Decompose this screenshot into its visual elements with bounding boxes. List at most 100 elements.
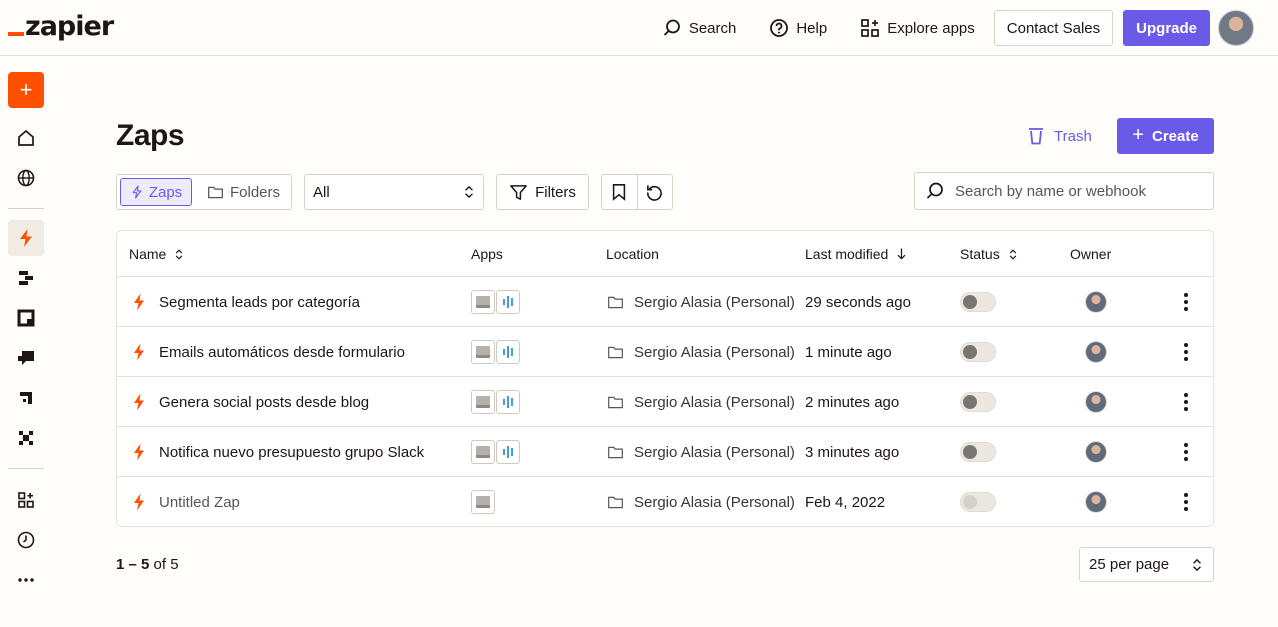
- table-row[interactable]: Genera social posts desde blog Sergio Ala…: [117, 377, 1213, 427]
- per-page-value: 25 per page: [1089, 556, 1170, 573]
- folder-icon: [608, 496, 623, 508]
- zap-name[interactable]: Segmenta leads por categoría: [159, 277, 360, 327]
- bookmark-button[interactable]: [602, 175, 637, 209]
- chatbots-icon[interactable]: [16, 348, 36, 368]
- row-menu-button[interactable]: [1184, 327, 1188, 377]
- per-page-select[interactable]: 25 per page: [1079, 547, 1214, 582]
- tab-zaps[interactable]: Zaps: [120, 178, 192, 206]
- row-menu-button[interactable]: [1184, 477, 1188, 526]
- zap-apps: [471, 277, 520, 327]
- status-toggle[interactable]: [960, 292, 996, 312]
- app-icon: [471, 390, 495, 414]
- home-icon[interactable]: [16, 128, 36, 148]
- status-filter-select[interactable]: All: [304, 174, 484, 210]
- zap-location[interactable]: Sergio Alasia (Personal): [607, 377, 795, 427]
- zap-last-modified: 1 minute ago: [805, 343, 892, 361]
- sort-icon: [176, 248, 183, 260]
- app-grid-icon[interactable]: [16, 490, 36, 510]
- table-row[interactable]: Emails automáticos desde formulario Sergi…: [117, 327, 1213, 377]
- zap-location-label: Sergio Alasia (Personal): [634, 343, 795, 361]
- zap-owner: [1085, 277, 1107, 327]
- tables-icon[interactable]: [16, 268, 36, 288]
- zap-last-modified: 29 seconds ago: [805, 293, 911, 311]
- zapier-logo[interactable]: zapier: [8, 10, 114, 44]
- column-name[interactable]: Name: [129, 246, 184, 262]
- column-apps: Apps: [471, 246, 503, 262]
- trash-button[interactable]: Trash: [1026, 126, 1092, 146]
- tab-folders[interactable]: Folders: [207, 178, 280, 206]
- more-icon[interactable]: [16, 570, 36, 590]
- globe-icon[interactable]: [16, 168, 36, 188]
- zap-name[interactable]: Notifica nuevo presupuesto grupo Slack: [159, 427, 424, 477]
- reset-button[interactable]: [636, 175, 672, 209]
- app-icon: [471, 490, 495, 514]
- sidebar-divider: [8, 208, 44, 209]
- zap-apps: [471, 427, 520, 477]
- zap-apps: [471, 327, 520, 377]
- zap-status: [960, 427, 996, 477]
- table-row[interactable]: Untitled Zap Sergio Alasia (Personal) Feb …: [117, 477, 1213, 526]
- nav-help[interactable]: Help: [769, 18, 827, 38]
- history-icon[interactable]: [16, 530, 36, 550]
- contact-sales-button[interactable]: Contact Sales: [993, 10, 1114, 46]
- zap-name[interactable]: Emails automáticos desde formulario: [159, 327, 405, 377]
- status-toggle[interactable]: [960, 342, 996, 362]
- zap-icon[interactable]: [16, 228, 36, 248]
- nav-search[interactable]: Search: [662, 18, 736, 38]
- status-toggle: [960, 492, 996, 512]
- create-button[interactable]: + Create: [1117, 118, 1214, 154]
- apps-grid-icon: [861, 19, 880, 37]
- app-icon: [496, 340, 520, 364]
- zap-last-modified: 3 minutes ago: [805, 443, 900, 461]
- status-toggle[interactable]: [960, 392, 996, 412]
- column-apps-label: Apps: [471, 246, 503, 262]
- zap-icon: [131, 427, 147, 477]
- zap-icon: [131, 277, 147, 327]
- column-status[interactable]: Status: [960, 246, 1018, 262]
- zap-owner: [1085, 377, 1107, 427]
- zap-location[interactable]: Sergio Alasia (Personal): [607, 277, 795, 327]
- create-label: Create: [1151, 127, 1199, 145]
- zap-name[interactable]: Untitled Zap: [159, 477, 240, 526]
- table-row[interactable]: Notifica nuevo presupuesto grupo Slack Se…: [117, 427, 1213, 477]
- bookmark-icon: [613, 184, 626, 201]
- user-avatar[interactable]: [1218, 10, 1254, 46]
- reset-icon: [647, 184, 663, 201]
- zap-location[interactable]: Sergio Alasia (Personal): [607, 427, 795, 477]
- zaps-table: Name Apps Location Last modified Status …: [116, 230, 1214, 527]
- row-menu-button[interactable]: [1184, 427, 1188, 477]
- logo-text: zapier: [25, 11, 114, 42]
- row-menu-button[interactable]: [1184, 277, 1188, 327]
- column-location: Location: [606, 246, 659, 262]
- zap-location[interactable]: Sergio Alasia (Personal): [607, 327, 795, 377]
- zap-name[interactable]: Genera social posts desde blog: [159, 377, 369, 427]
- filters-label: Filters: [535, 183, 576, 201]
- trash-label: Trash: [1054, 127, 1092, 145]
- zap-last-modified: 2 minutes ago: [805, 393, 900, 411]
- folder-icon: [608, 296, 623, 308]
- search-box: [914, 172, 1214, 210]
- chevron-updown-icon: [465, 185, 473, 199]
- upgrade-button[interactable]: Upgrade: [1123, 10, 1210, 46]
- interfaces-icon[interactable]: [16, 308, 36, 328]
- sidebar-divider: [8, 468, 44, 469]
- nav-explore-apps[interactable]: Explore apps: [860, 18, 975, 38]
- search-icon: [663, 19, 680, 36]
- canvas-icon[interactable]: [16, 388, 36, 408]
- zap-location-label: Sergio Alasia (Personal): [634, 493, 795, 511]
- filters-button[interactable]: Filters: [496, 174, 589, 210]
- search-icon: [926, 182, 943, 199]
- column-last-modified[interactable]: Last modified: [805, 246, 907, 262]
- status-toggle[interactable]: [960, 442, 996, 462]
- sidebar-create-button[interactable]: +: [8, 72, 44, 108]
- column-owner-label: Owner: [1070, 246, 1112, 262]
- row-menu-button[interactable]: [1184, 377, 1188, 427]
- column-owner: Owner: [1070, 246, 1111, 262]
- zap-location[interactable]: Sergio Alasia (Personal): [607, 477, 795, 526]
- app-icon: [471, 440, 495, 464]
- transfer-icon[interactable]: [16, 428, 36, 448]
- zap-icon: [132, 185, 142, 199]
- tab-zaps-label: Zaps: [148, 183, 183, 201]
- search-input[interactable]: [955, 182, 1205, 200]
- table-row[interactable]: Segmenta leads por categoría Sergio Alasi…: [117, 277, 1213, 327]
